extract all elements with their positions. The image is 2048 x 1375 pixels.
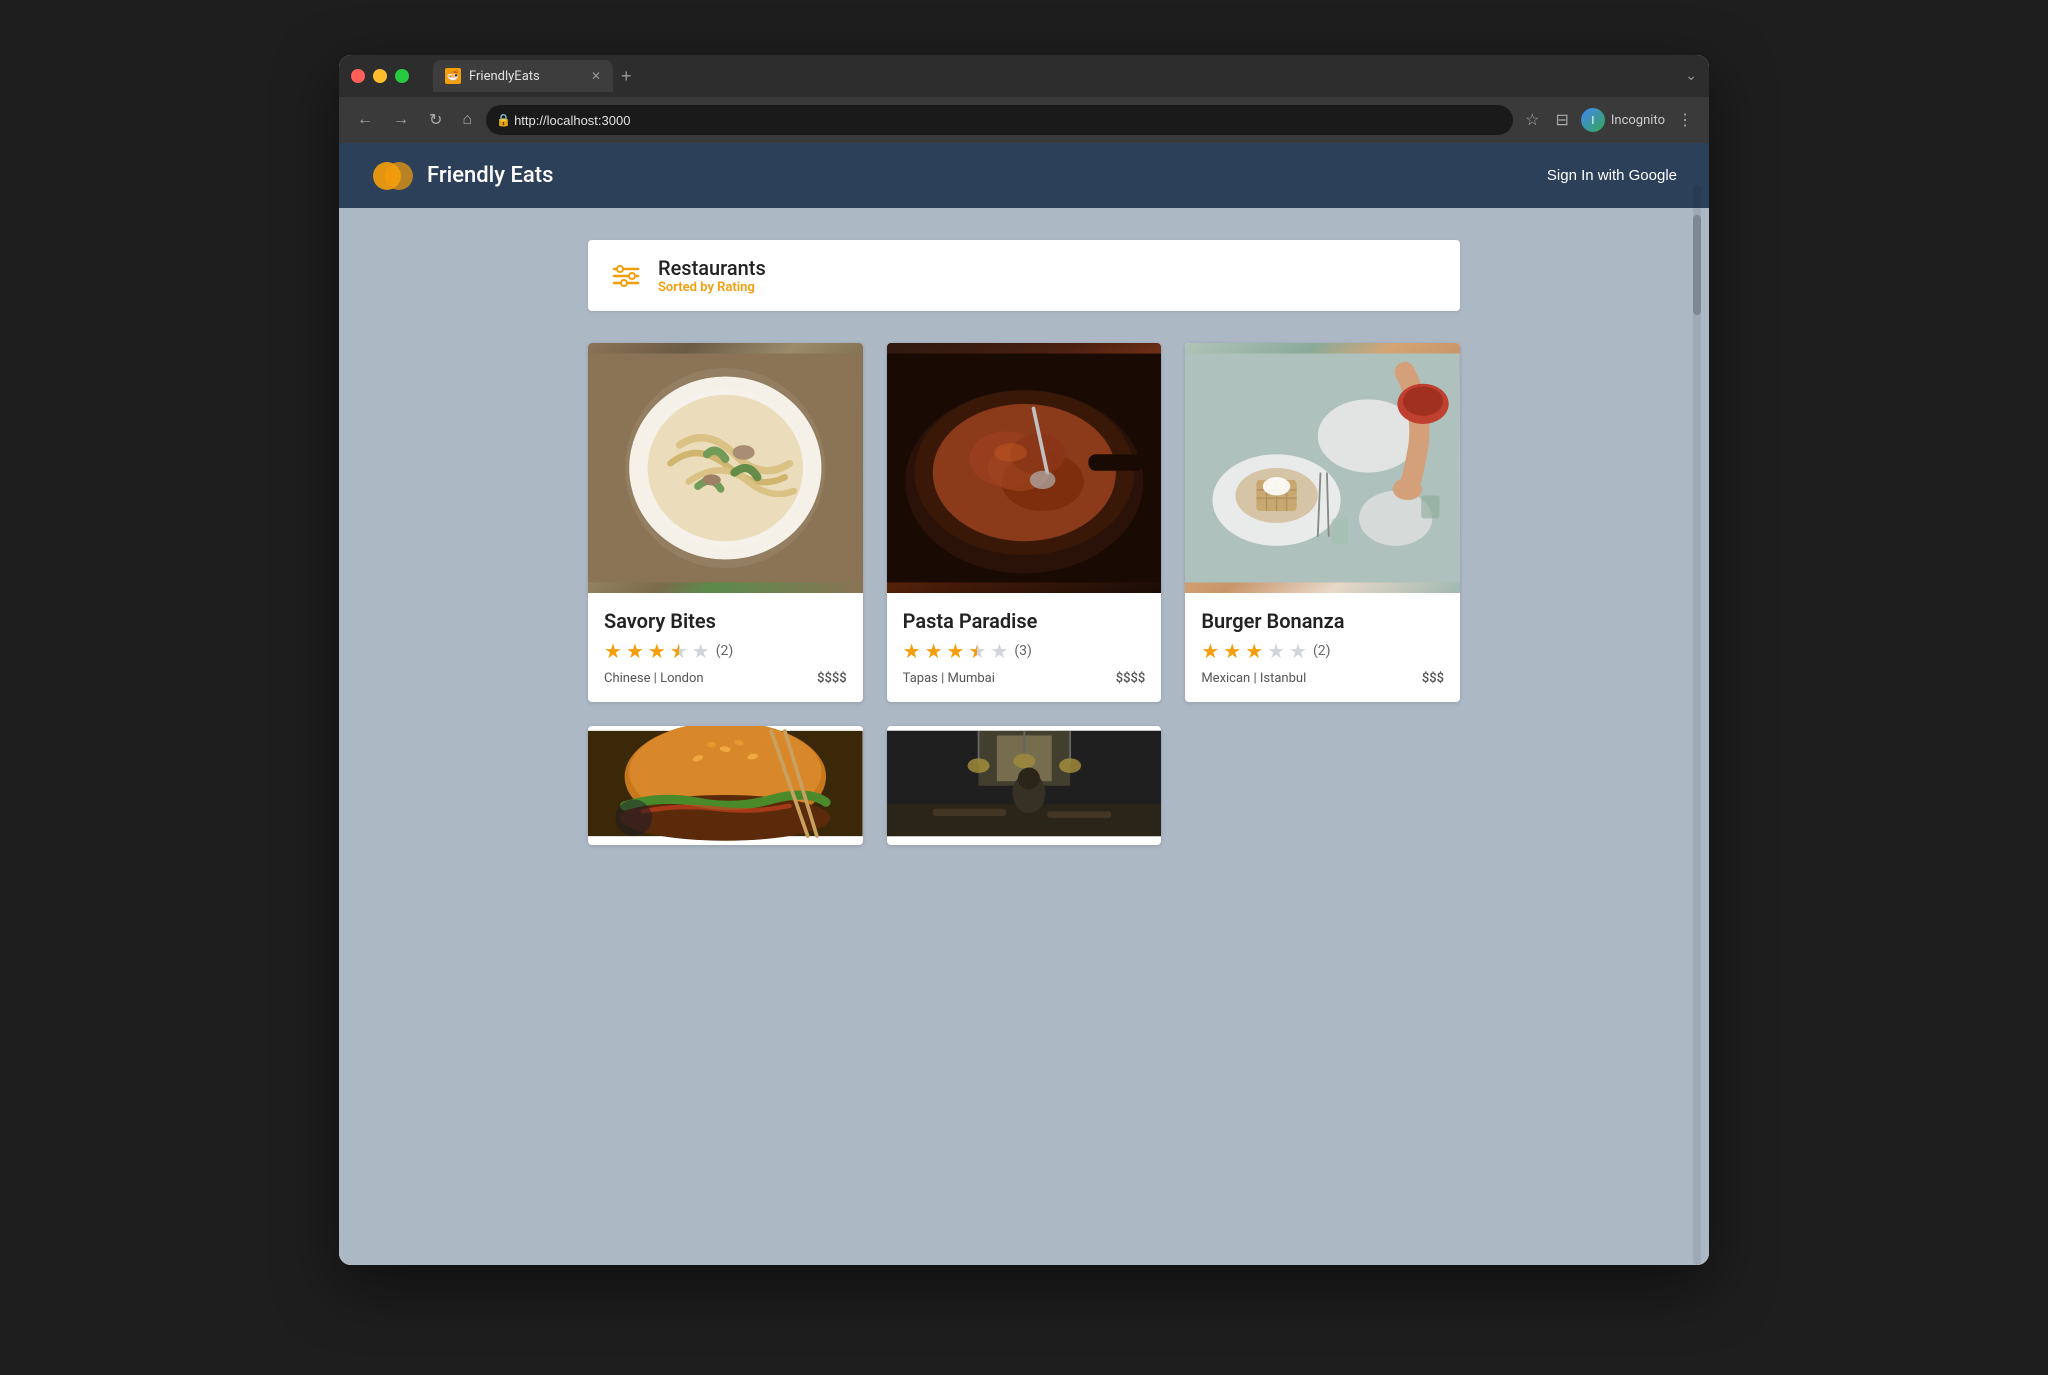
scrollbar-track[interactable] bbox=[1693, 185, 1701, 1265]
bottom-cards-row bbox=[588, 726, 1460, 845]
star-1: ★ bbox=[604, 639, 622, 663]
food-image-svg-2 bbox=[887, 343, 1162, 593]
filter-svg bbox=[612, 265, 640, 287]
sign-in-button[interactable]: Sign In with Google bbox=[1547, 167, 1677, 184]
star-4: ★★ bbox=[670, 639, 688, 663]
toolbar-right: ☆ ⊟ I Incognito ⋮ bbox=[1521, 106, 1697, 134]
partial-food-image-2 bbox=[887, 726, 1162, 841]
restaurant-meta: Chinese | London $$$$ bbox=[604, 671, 847, 686]
maximize-button[interactable] bbox=[395, 69, 409, 83]
food-image-svg-3 bbox=[1185, 343, 1460, 593]
restaurants-header-text: Restaurants Sorted by Rating bbox=[658, 256, 766, 295]
star-3: ★ bbox=[648, 639, 666, 663]
app-title: Friendly Eats bbox=[427, 163, 553, 188]
new-tab-button[interactable]: + bbox=[613, 66, 640, 87]
forward-button[interactable]: → bbox=[387, 107, 415, 133]
app-body: Restaurants Sorted by Rating bbox=[339, 208, 1709, 1265]
cuisine-location: Mexican | Istanbul bbox=[1201, 671, 1306, 686]
food-image-svg-1 bbox=[588, 343, 863, 593]
partial-card[interactable] bbox=[887, 726, 1162, 845]
sort-label: Sorted by Rating bbox=[658, 280, 766, 295]
split-view-button[interactable]: ⊟ bbox=[1551, 106, 1572, 134]
star-2: ★ bbox=[1223, 639, 1241, 663]
stars-row: ★ ★ ★ ★★ ★ (2) bbox=[604, 639, 847, 663]
profile-area[interactable]: I Incognito bbox=[1581, 108, 1665, 132]
restaurants-header: Restaurants Sorted by Rating bbox=[588, 240, 1460, 311]
restaurant-image bbox=[887, 343, 1162, 593]
app-logo: Friendly Eats bbox=[371, 154, 553, 198]
star-1: ★ bbox=[903, 639, 921, 663]
minimize-button[interactable] bbox=[373, 69, 387, 83]
tab-title: FriendlyEats bbox=[469, 69, 583, 84]
menu-button[interactable]: ⋮ bbox=[1673, 106, 1697, 134]
window-controls-chevron[interactable]: ⌄ bbox=[1685, 68, 1697, 84]
home-button[interactable]: ⌂ bbox=[456, 107, 478, 133]
close-button[interactable] bbox=[351, 69, 365, 83]
app-content: Friendly Eats Sign In with Google bbox=[339, 143, 1709, 1265]
scrollbar-thumb[interactable] bbox=[1693, 215, 1701, 315]
restaurant-card[interactable]: Burger Bonanza ★ ★ ★ ★ ★ (2) bbox=[1185, 343, 1460, 702]
address-bar-wrap: 🔒 bbox=[486, 105, 1513, 135]
restaurant-image bbox=[588, 343, 863, 593]
restaurant-image bbox=[1185, 343, 1460, 593]
partial-card[interactable] bbox=[588, 726, 863, 845]
star-3: ★ bbox=[1245, 639, 1263, 663]
restaurant-card-info: Savory Bites ★ ★ ★ ★★ ★ (2) bbox=[588, 593, 863, 702]
avatar: I bbox=[1581, 108, 1605, 132]
restaurant-name: Pasta Paradise bbox=[903, 609, 1146, 633]
address-input[interactable] bbox=[486, 105, 1513, 135]
star-2: ★ bbox=[925, 639, 943, 663]
restaurants-grid: Savory Bites ★ ★ ★ ★★ ★ (2) bbox=[588, 343, 1460, 702]
restaurant-card[interactable]: Savory Bites ★ ★ ★ ★★ ★ (2) bbox=[588, 343, 863, 702]
section-title: Restaurants bbox=[658, 256, 766, 280]
logo-icon bbox=[371, 154, 415, 198]
review-count: (2) bbox=[1313, 643, 1331, 659]
cuisine-location: Tapas | Mumbai bbox=[903, 671, 995, 686]
profile-name: Incognito bbox=[1611, 113, 1665, 128]
tab-close-button[interactable]: ✕ bbox=[591, 69, 601, 83]
bookmark-button[interactable]: ☆ bbox=[1521, 106, 1543, 134]
empty-slot bbox=[1185, 726, 1460, 845]
restaurant-meta: Tapas | Mumbai $$$$ bbox=[903, 671, 1146, 686]
star-3: ★ bbox=[947, 639, 965, 663]
restaurant-meta: Mexican | Istanbul $$$ bbox=[1201, 671, 1444, 686]
price: $$$$ bbox=[817, 671, 847, 686]
browser-titlebar: 🍜 FriendlyEats ✕ + ⌄ bbox=[339, 55, 1709, 97]
cuisine-location: Chinese | London bbox=[604, 671, 704, 686]
lock-icon: 🔒 bbox=[496, 113, 511, 127]
star-5: ★ bbox=[990, 639, 1008, 663]
app-header: Friendly Eats Sign In with Google bbox=[339, 143, 1709, 208]
content-container: Restaurants Sorted by Rating bbox=[564, 240, 1484, 845]
filter-icon[interactable] bbox=[608, 261, 644, 291]
review-count: (2) bbox=[716, 643, 734, 659]
stars-row: ★ ★ ★ ★ ★ (2) bbox=[1201, 639, 1444, 663]
stars-row: ★ ★ ★ ★★ ★ (3) bbox=[903, 639, 1146, 663]
review-count: (3) bbox=[1014, 643, 1032, 659]
active-tab[interactable]: 🍜 FriendlyEats ✕ bbox=[433, 60, 613, 92]
star-4: ★ bbox=[1267, 639, 1285, 663]
restaurant-card-info: Pasta Paradise ★ ★ ★ ★★ ★ (3) bbox=[887, 593, 1162, 702]
star-5: ★ bbox=[692, 639, 710, 663]
traffic-lights bbox=[351, 69, 409, 83]
refresh-button[interactable]: ↻ bbox=[423, 106, 448, 134]
star-5: ★ bbox=[1289, 639, 1307, 663]
price: $$$ bbox=[1422, 671, 1444, 686]
restaurant-card[interactable]: Pasta Paradise ★ ★ ★ ★★ ★ (3) bbox=[887, 343, 1162, 702]
restaurant-name: Burger Bonanza bbox=[1201, 609, 1444, 633]
star-1: ★ bbox=[1201, 639, 1219, 663]
back-button[interactable]: ← bbox=[351, 107, 379, 133]
restaurant-name: Savory Bites bbox=[604, 609, 847, 633]
tab-favicon: 🍜 bbox=[445, 68, 461, 84]
partial-food-image-1 bbox=[588, 726, 863, 841]
restaurant-card-info: Burger Bonanza ★ ★ ★ ★ ★ (2) bbox=[1185, 593, 1460, 702]
price: $$$$ bbox=[1116, 671, 1146, 686]
browser-toolbar: ← → ↻ ⌂ 🔒 ☆ ⊟ I Incognito ⋮ bbox=[339, 97, 1709, 143]
star-4: ★★ bbox=[968, 639, 986, 663]
star-2: ★ bbox=[626, 639, 644, 663]
tab-bar: 🍜 FriendlyEats ✕ + bbox=[433, 60, 1677, 92]
